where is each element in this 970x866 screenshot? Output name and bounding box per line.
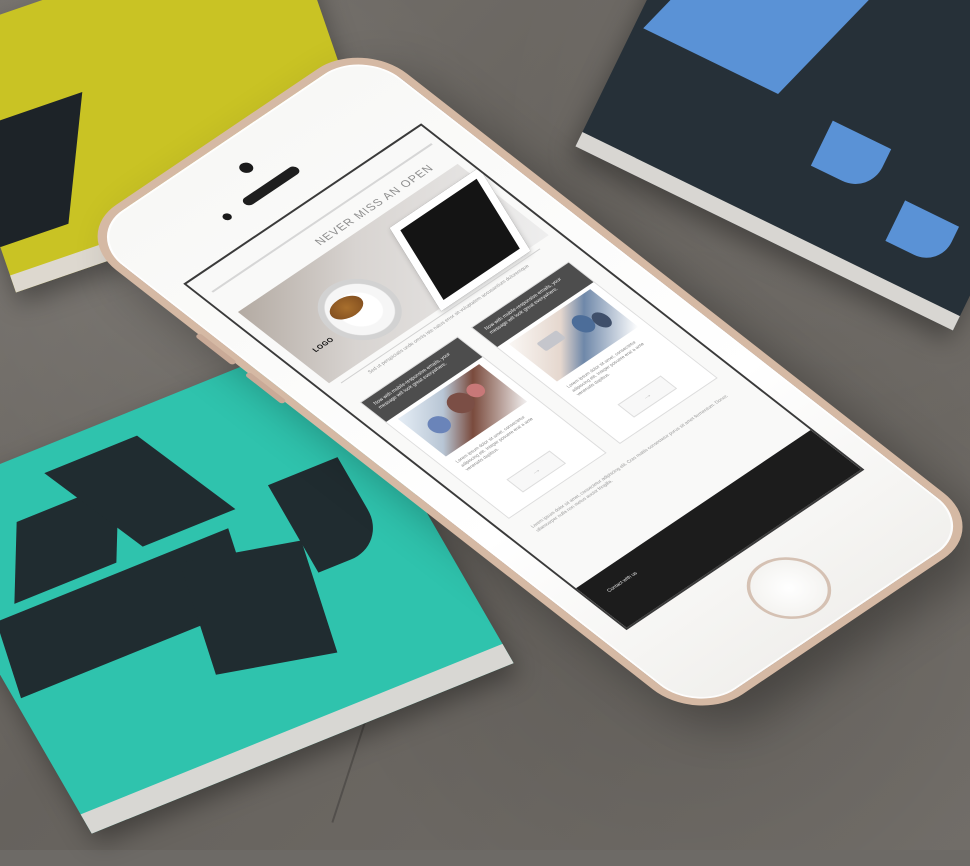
phone-screen[interactable]: NEVER MISS AN OPEN LOGO Sed ut perspicia… (183, 123, 865, 631)
child-figure-1 (422, 412, 456, 437)
sensor-icon (220, 211, 234, 222)
yellow-book-graphic (0, 92, 83, 254)
volume-button-bottom[interactable] (244, 371, 287, 405)
left-card-arrow-button[interactable]: → (506, 450, 567, 493)
email-logo: LOGO (311, 336, 337, 354)
tablet-device-icon (389, 167, 531, 312)
home-button[interactable] (729, 544, 849, 632)
camera-icon (236, 160, 257, 175)
right-card-arrow-button[interactable]: → (617, 375, 678, 418)
volume-button-top[interactable] (194, 332, 238, 366)
contact-link[interactable]: Contact with us (606, 571, 639, 594)
photo-scene: NEVER MISS AN OPEN LOGO Sed ut perspicia… (0, 0, 970, 866)
studio-shelf-1 (536, 330, 567, 352)
